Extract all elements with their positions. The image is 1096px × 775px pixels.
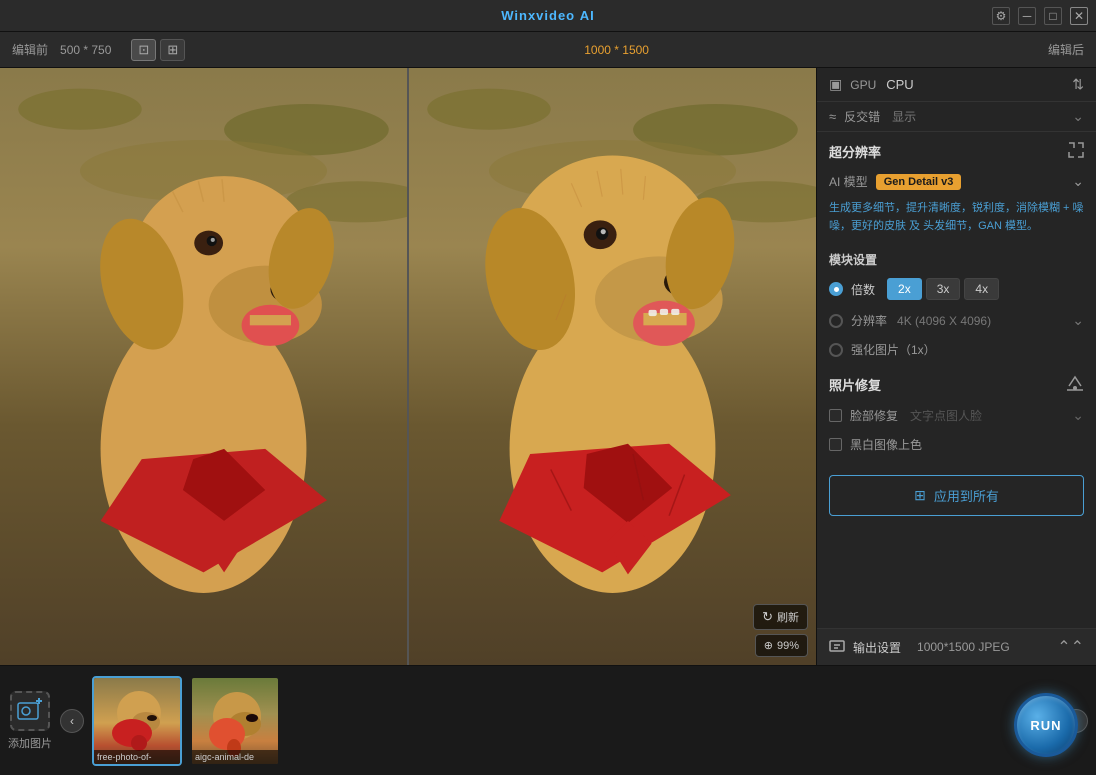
run-btn-area: RUN (1014, 693, 1078, 757)
gpu-label: GPU (850, 78, 876, 92)
multiplier-label: 倍数 (851, 281, 875, 298)
image-overlay-controls: ↻ 刷新 ⊕ 99% (753, 604, 808, 657)
super-res-title: 超分辨率 (829, 142, 881, 161)
super-res-header: 超分辨率 (817, 132, 1096, 167)
compare-view-btn[interactable]: ⊞ (160, 39, 185, 61)
filmstrip-prev-button[interactable]: ‹ (60, 709, 84, 733)
bw-colorize-label: 黑白图像上色 (850, 436, 922, 453)
face-repair-value: 文字点图人脸 (910, 407, 982, 424)
mult-3x-btn[interactable]: 3x (926, 278, 961, 300)
before-size: 500 * 750 (60, 43, 111, 57)
resolution-radio[interactable] (829, 314, 843, 328)
cpu-label: CPU (886, 77, 913, 92)
ai-model-label: AI 模型 (829, 173, 868, 190)
apply-icon: ⊞ (914, 487, 926, 504)
filmstrip: 添加图片 ‹ free-photo-of- (0, 665, 1096, 775)
multiplier-buttons: 2x 3x 4x (887, 278, 999, 300)
mult-2x-btn[interactable]: 2x (887, 278, 922, 300)
zoom-indicator: ⊕ 99% (755, 634, 808, 657)
antialias-icon: ≈ (829, 109, 836, 124)
output-size-display: 1000 * 1500 (197, 43, 1036, 57)
multiplier-radio[interactable] (829, 282, 843, 296)
output-settings-icon (829, 638, 845, 657)
after-image-panel: ↻ 刷新 ⊕ 99% (409, 68, 816, 665)
main-area: ↻ 刷新 ⊕ 99% ▣ GPU CPU ⇅ ≈ 反交错 显示 (0, 68, 1096, 665)
output-settings-label: 输出设置 (853, 639, 901, 656)
gpu-icon: ▣ (829, 76, 842, 93)
antialias-value: 显示 (892, 108, 916, 125)
thumbnail-2-label: aigc-animal-de (192, 750, 278, 764)
resolution-value: 4K (4096 X 4096) (897, 314, 991, 328)
images-container: ↻ 刷新 ⊕ 99% (0, 68, 816, 665)
before-label: 编辑前 (12, 41, 48, 58)
face-repair-label: 脸部修复 (850, 407, 898, 424)
split-view-btn[interactable]: ⊡ (131, 39, 156, 61)
antialias-expand-icon[interactable]: ⌄ (1072, 108, 1084, 125)
thumbnail-1-label: free-photo-of- (94, 750, 180, 764)
zoom-icon: ⊕ (764, 639, 773, 652)
enhance-label: 强化图片（1x） (851, 341, 936, 358)
ai-model-badge[interactable]: Gen Detail v3 (876, 174, 962, 190)
output-settings-expand-icon[interactable]: ⌃⌃ (1057, 637, 1084, 657)
photo-repair-title: 照片修复 (829, 375, 881, 394)
enhance-radio[interactable] (829, 343, 843, 357)
antialias-label: 反交错 (844, 108, 880, 125)
gpu-cpu-row[interactable]: ▣ GPU CPU ⇅ (817, 68, 1096, 102)
module-settings-label: 模块设置 (817, 243, 1096, 272)
refresh-button[interactable]: ↻ 刷新 (753, 604, 808, 630)
output-settings-value: 1000*1500 JPEG (917, 640, 1010, 654)
enhance-row: 强化图片（1x） (817, 335, 1096, 364)
resolution-label: 分辨率 (851, 312, 887, 329)
right-panel: ▣ GPU CPU ⇅ ≈ 反交错 显示 ⌄ 超分辨率 AI 模型 Gen De… (816, 68, 1096, 665)
ai-model-expand-icon[interactable]: ⌄ (1072, 173, 1084, 190)
resolution-row: 分辨率 4K (4096 X 4096) ⌄ (817, 306, 1096, 335)
bw-colorize-row: 黑白图像上色 (817, 430, 1096, 459)
apply-btn-area: ⊞ 应用到所有 (817, 459, 1096, 528)
ai-model-row: AI 模型 Gen Detail v3 ⌄ (817, 167, 1096, 196)
run-label: RUN (1030, 718, 1061, 733)
bw-colorize-checkbox[interactable] (829, 438, 842, 451)
face-repair-checkbox[interactable] (829, 409, 842, 422)
top-toolbar: 编辑前 500 * 750 ⊡ ⊞ 1000 * 1500 编辑后 (0, 32, 1096, 68)
after-label: 编辑后 (1048, 41, 1084, 58)
view-toggle: ⊡ ⊞ (131, 39, 185, 61)
output-settings-bar[interactable]: 输出设置 1000*1500 JPEG ⌃⌃ (817, 628, 1096, 665)
minimize-button[interactable]: ─ (1018, 7, 1036, 25)
antialias-row[interactable]: ≈ 反交错 显示 ⌄ (817, 102, 1096, 132)
mult-4x-btn[interactable]: 4x (964, 278, 999, 300)
app-title: Winxvideo AI (501, 8, 595, 23)
close-button[interactable]: ✕ (1070, 7, 1088, 25)
add-photo-icon (10, 691, 50, 731)
gpu-cpu-expand-icon[interactable]: ⇅ (1072, 76, 1084, 93)
refresh-icon: ↻ (762, 609, 773, 625)
titlebar: Winxvideo AI ⚙ ─ □ ✕ (0, 0, 1096, 32)
settings-button[interactable]: ⚙ (992, 7, 1010, 25)
thumbnail-2[interactable]: aigc-animal-de (190, 676, 280, 766)
resolution-expand-icon[interactable]: ⌄ (1072, 312, 1084, 329)
thumbnail-1[interactable]: free-photo-of- (92, 676, 182, 766)
image-viewer: ↻ 刷新 ⊕ 99% (0, 68, 816, 665)
add-photo-button[interactable]: 添加图片 (8, 691, 52, 751)
before-image-panel (0, 68, 407, 665)
run-button[interactable]: RUN (1014, 693, 1078, 757)
ai-model-description: 生成更多细节，提升清晰度，锐利度，消除模糊 + 噪噪，更好的皮肤 及 头发细节，… (817, 196, 1096, 243)
face-repair-expand-icon[interactable]: ⌄ (1072, 407, 1084, 424)
maximize-button[interactable]: □ (1044, 7, 1062, 25)
apply-all-button[interactable]: ⊞ 应用到所有 (829, 475, 1084, 516)
multiplier-row: 倍数 2x 3x 4x (817, 272, 1096, 306)
photo-repair-header: 照片修复 (817, 364, 1096, 401)
face-repair-row: 脸部修复 文字点图人脸 ⌄ (817, 401, 1096, 430)
window-controls: ⚙ ─ □ ✕ (992, 7, 1088, 25)
add-photo-label: 添加图片 (8, 735, 52, 751)
photo-repair-icon[interactable] (1066, 374, 1084, 395)
super-res-expand-icon[interactable] (1068, 142, 1084, 161)
